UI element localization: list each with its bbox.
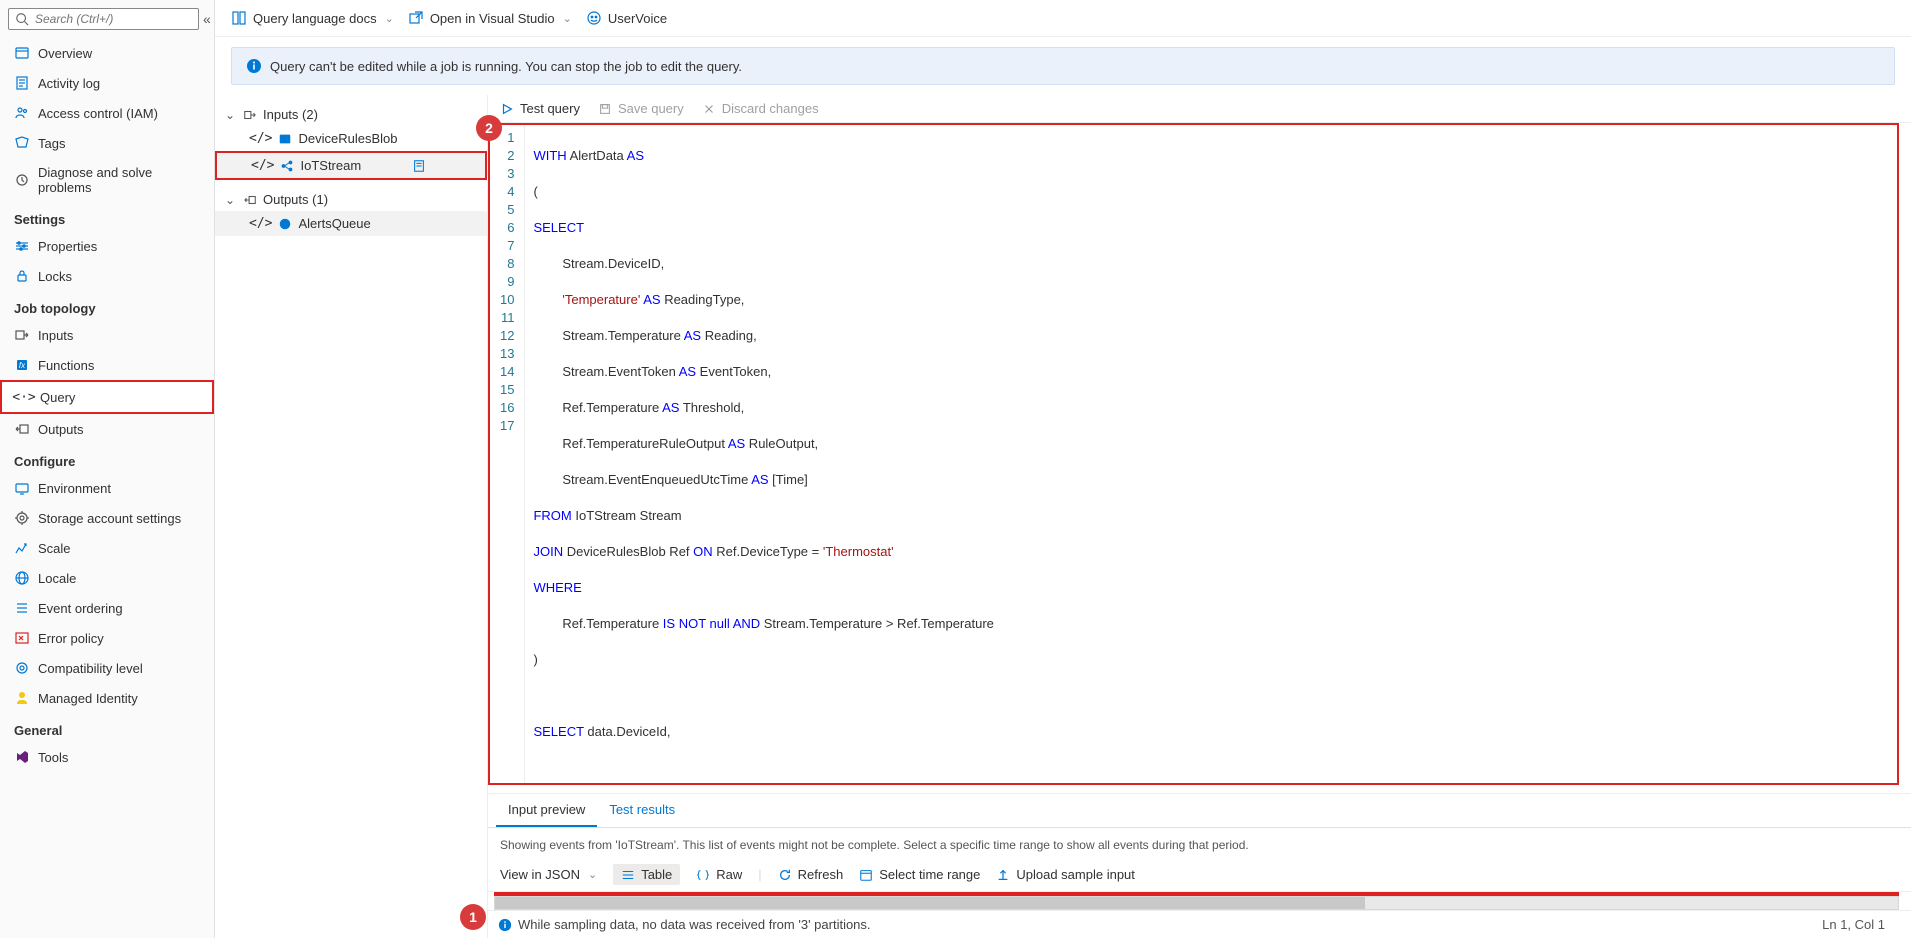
sidebar-item-inputs[interactable]: Inputs — [0, 320, 214, 350]
sidebar-item-environment[interactable]: Environment — [0, 473, 214, 503]
upload-sample-button[interactable]: Upload sample input — [996, 867, 1135, 882]
label: Inputs — [38, 328, 73, 343]
output-icon — [243, 193, 257, 207]
tab-input-preview[interactable]: Input preview — [496, 794, 597, 827]
label: Tags — [38, 136, 65, 151]
label: Managed Identity — [38, 691, 138, 706]
sidebar-item-event-ordering[interactable]: Event ordering — [0, 593, 214, 623]
chevron-down-icon: ⌄ — [563, 12, 572, 25]
open-in-vs-link[interactable]: Open in Visual Studio⌄ — [408, 10, 572, 26]
blob-icon — [278, 132, 292, 146]
line-gutter: 1234567891011121314151617 — [490, 125, 525, 783]
sidebar-item-locks[interactable]: Locks — [0, 261, 214, 291]
search-box[interactable] — [8, 8, 199, 30]
sidebar-item-compat[interactable]: Compatibility level — [0, 653, 214, 683]
sidebar-item-outputs[interactable]: Outputs — [0, 414, 214, 444]
label: Access control (IAM) — [38, 106, 158, 121]
query-editor-wrap: 2 1234567891011121314151617 WITH AlertDa… — [488, 123, 1899, 785]
info-icon — [246, 58, 262, 74]
collapse-sidebar-chevron[interactable]: « — [203, 11, 211, 27]
view-table-button[interactable]: Table — [613, 864, 680, 885]
iot-icon — [280, 159, 294, 173]
search-input[interactable] — [35, 12, 192, 26]
label: Storage account settings — [38, 511, 181, 526]
search-icon — [15, 12, 29, 26]
sidebar-item-diagnose[interactable]: Diagnose and solve problems — [0, 158, 214, 202]
sidebar-item-functions[interactable]: fx Functions — [0, 350, 214, 380]
running-job-alert: Query can't be edited while a job is run… — [231, 47, 1895, 85]
tab-test-results[interactable]: Test results — [597, 794, 687, 827]
label: Environment — [38, 481, 111, 496]
code-area[interactable]: WITH AlertData AS ( SELECT Stream.Device… — [525, 125, 1897, 783]
preview-icon[interactable] — [412, 159, 426, 173]
status-text: While sampling data, no data was receive… — [518, 917, 871, 932]
label: Tools — [38, 750, 68, 765]
input-devicerulesblob[interactable]: </>DeviceRulesBlob — [215, 126, 487, 151]
label: Locale — [38, 571, 76, 586]
output-alertsqueue[interactable]: </>AlertsQueue — [215, 211, 487, 236]
discard-changes-button: Discard changes — [702, 101, 819, 116]
label: Activity log — [38, 76, 100, 91]
label: Error policy — [38, 631, 104, 646]
label: Diagnose and solve problems — [38, 165, 200, 195]
view-in-json-button[interactable]: View in JSON⌄ — [500, 867, 597, 882]
annotation-badge-1: 1 — [460, 904, 486, 930]
label: Properties — [38, 239, 97, 254]
section-configure: Configure — [0, 444, 214, 473]
sidebar-item-overview[interactable]: Overview — [0, 38, 214, 68]
inputs-group-header[interactable]: ⌄Inputs (2) — [215, 103, 487, 126]
section-job-topology: Job topology — [0, 291, 214, 320]
label: Outputs — [38, 422, 84, 437]
horizontal-scrollbar[interactable] — [494, 896, 1899, 910]
view-raw-button[interactable]: Raw — [696, 867, 742, 882]
preview-note: Showing events from 'IoTStream'. This li… — [488, 828, 1911, 858]
annotation-badge-2: 2 — [476, 115, 502, 141]
label: Compatibility level — [38, 661, 143, 676]
label: Functions — [38, 358, 94, 373]
label: Scale — [38, 541, 71, 556]
label: Locks — [38, 269, 72, 284]
test-query-button[interactable]: Test query — [500, 101, 580, 116]
sidebar-item-error-policy[interactable]: Error policy — [0, 623, 214, 653]
label: Event ordering — [38, 601, 123, 616]
sidebar-item-storage-account[interactable]: Storage account settings — [0, 503, 214, 533]
sidebar-item-managed-identity[interactable]: Managed Identity — [0, 683, 214, 713]
sidebar-item-activity-log[interactable]: Activity log — [0, 68, 214, 98]
input-icon — [243, 108, 257, 122]
label: Query — [40, 390, 75, 405]
cursor-position: Ln 1, Col 1 — [1822, 917, 1901, 932]
chevron-down-icon: ⌄ — [385, 12, 394, 25]
section-settings: Settings — [0, 202, 214, 231]
query-editor[interactable]: 1234567891011121314151617 WITH AlertData… — [490, 125, 1897, 783]
sidebar-item-access-control[interactable]: Access control (IAM) — [0, 98, 214, 128]
svg-text:fx: fx — [19, 361, 26, 370]
sidebar-item-tags[interactable]: Tags — [0, 128, 214, 158]
section-general: General — [0, 713, 214, 742]
sidebar-item-tools[interactable]: Tools — [0, 742, 214, 772]
uservoice-link[interactable]: UserVoice — [586, 10, 667, 26]
save-query-button: Save query — [598, 101, 684, 116]
label: Overview — [38, 46, 92, 61]
io-panel: ⌄Inputs (2) </>DeviceRulesBlob </>IoTStr… — [215, 95, 487, 938]
input-iotstream[interactable]: </>IoTStream — [215, 151, 487, 180]
sidebar-item-locale[interactable]: Locale — [0, 563, 214, 593]
sidebar-item-scale[interactable]: Scale — [0, 533, 214, 563]
sidebar-item-properties[interactable]: Properties — [0, 231, 214, 261]
outputs-group-header[interactable]: ⌄Outputs (1) — [215, 188, 487, 211]
refresh-button[interactable]: Refresh — [778, 867, 844, 882]
query-language-docs-link[interactable]: Query language docs⌄ — [231, 10, 394, 26]
queue-icon — [278, 217, 292, 231]
select-time-range-button[interactable]: Select time range — [859, 867, 980, 882]
sidebar: « Overview Activity log Access control (… — [0, 0, 215, 938]
sidebar-item-query[interactable]: <·>Query — [0, 380, 214, 414]
info-icon — [498, 918, 512, 932]
